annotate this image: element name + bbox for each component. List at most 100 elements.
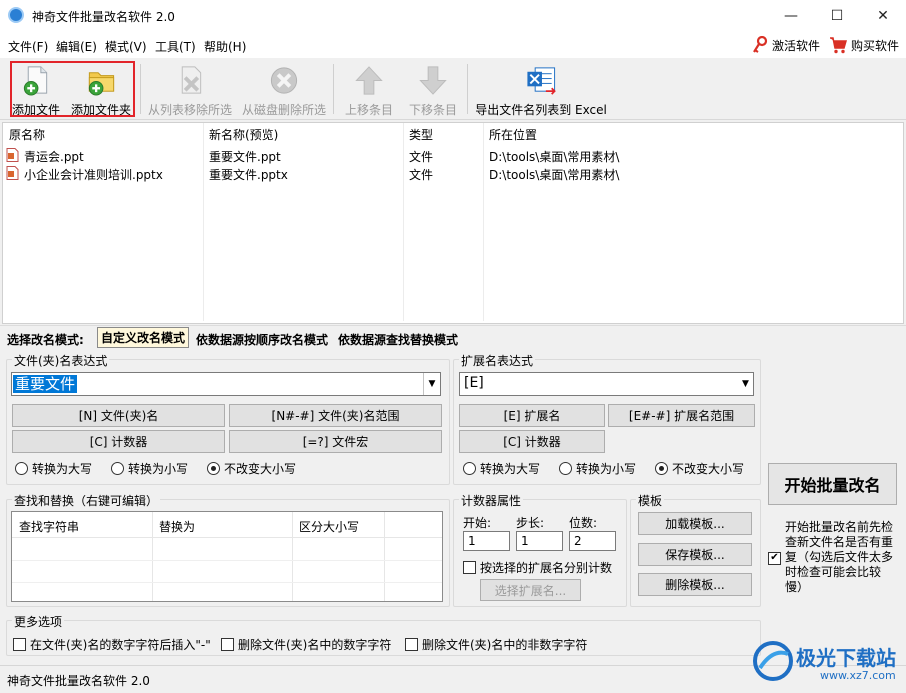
counter-title: 计数器属性	[459, 492, 524, 509]
tab-find-replace-mode[interactable]: 依数据源查找替换模式	[338, 331, 458, 348]
row-original-name: 青运会.ppt	[24, 150, 84, 164]
move-down-button[interactable]: 下移条目	[406, 60, 460, 118]
radio-label: 不改变大小写	[224, 462, 297, 476]
find-replace-table[interactable]: 查找字符串 替换为 区分大小写	[11, 511, 443, 602]
column-divider	[292, 512, 293, 601]
count-per-ext-checkbox[interactable]: 按选择的扩展名分别计数	[463, 559, 612, 576]
start-rename-button[interactable]: 开始批量改名	[768, 463, 897, 505]
column-location[interactable]: 所在位置	[489, 126, 537, 143]
find-replace-title: 查找和替换（右键可编辑）	[12, 492, 161, 509]
buy-link[interactable]: 购买软件	[829, 36, 899, 54]
insert-name-range-button[interactable]: [N#-#] 文件(夹)名范围	[229, 404, 442, 427]
chevron-down-icon[interactable]: ▼	[738, 373, 753, 395]
check-text-line: 查新文件名是否有重	[785, 535, 894, 549]
insert-counter-button[interactable]: [C] 计数器	[12, 430, 225, 453]
insert-dash-checkbox[interactable]: 在文件(夹)名的数字字符后插入"-"	[13, 636, 211, 653]
insert-name-button[interactable]: [N] 文件(夹)名	[12, 404, 225, 427]
watermark-icon	[753, 641, 793, 681]
watermark-text: 极光下载站	[796, 646, 896, 670]
checkbox-label: 在文件(夹)名的数字字符后插入"-"	[30, 638, 211, 652]
counter-digits-field[interactable]: 2	[569, 531, 616, 551]
name-keepcase-radio[interactable]: 不改变大小写	[207, 460, 296, 477]
table-row[interactable]: 小企业会计准则培训.pptx 重要文件.pptx 文件 D:\tools\桌面\…	[3, 164, 903, 182]
move-down-label: 下移条目	[408, 103, 457, 117]
radio-circle	[559, 462, 572, 475]
remove-file-icon	[181, 66, 202, 94]
export-excel-button[interactable]: 导出文件名列表到 Excel	[474, 60, 608, 118]
save-template-button[interactable]: 保存模板...	[638, 543, 752, 566]
check-icon: ✔	[768, 551, 781, 565]
row-location: D:\tools\桌面\常用素材\	[489, 168, 620, 182]
row-new-name: 重要文件.ppt	[209, 150, 281, 164]
menu-file[interactable]: 文件(F)	[8, 38, 48, 55]
name-lowercase-radio[interactable]: 转换为小写	[111, 460, 188, 477]
insert-ext-counter-button[interactable]: [C] 计数器	[459, 430, 605, 453]
counter-digits-label: 位数:	[569, 516, 598, 530]
insert-ext-button[interactable]: [E] 扩展名	[459, 404, 605, 427]
checkbox-box	[463, 561, 476, 574]
delete-digits-checkbox[interactable]: 删除文件(夹)名中的数字字符	[221, 636, 391, 653]
excel-icon	[527, 67, 556, 95]
ext-expression-value: [E]	[464, 375, 484, 391]
tab-sequence-mode[interactable]: 依数据源按顺序改名模式	[196, 331, 328, 348]
delete-template-button[interactable]: 删除模板...	[638, 573, 752, 596]
chevron-down-icon[interactable]: ▼	[423, 373, 440, 395]
row-divider	[12, 560, 442, 561]
pptx-file-icon	[6, 166, 19, 180]
column-new-name[interactable]: 新名称(预览)	[209, 126, 278, 143]
insert-macro-button[interactable]: [=?] 文件宏	[229, 430, 442, 453]
close-button[interactable]: ✕	[860, 0, 906, 32]
check-duplicate-checkbox[interactable]: ✔	[768, 549, 785, 565]
checkbox-label: 删除文件(夹)名中的非数字字符	[422, 638, 588, 652]
export-excel-label: 导出文件名列表到 Excel	[475, 103, 607, 117]
template-title: 模板	[636, 492, 665, 509]
row-new-name: 重要文件.pptx	[209, 168, 288, 182]
highlight-box	[10, 61, 135, 117]
column-divider	[384, 512, 385, 601]
checkbox-box	[13, 638, 26, 651]
column-original-name[interactable]: 原名称	[9, 126, 45, 143]
choose-ext-button[interactable]: 选择扩展名...	[480, 579, 581, 601]
ext-lowercase-radio[interactable]: 转换为小写	[559, 460, 636, 477]
window-title: 神奇文件批量改名软件 2.0	[32, 10, 175, 24]
tab-custom-mode[interactable]: 自定义改名模式	[97, 327, 189, 348]
ext-keepcase-radio[interactable]: 不改变大小写	[655, 460, 744, 477]
insert-ext-range-button[interactable]: [E#-#] 扩展名范围	[608, 404, 755, 427]
menu-tools[interactable]: 工具(T)	[155, 38, 196, 55]
move-up-label: 上移条目	[344, 103, 393, 117]
radio-label: 不改变大小写	[672, 462, 745, 476]
load-template-button[interactable]: 加载模板...	[638, 512, 752, 535]
menu-mode[interactable]: 模式(V)	[105, 38, 147, 55]
row-original-name: 小企业会计准则培训.pptx	[24, 168, 163, 182]
move-up-button[interactable]: 上移条目	[342, 60, 396, 118]
title-bar: 神奇文件批量改名软件 2.0 — ☐ ✕	[0, 0, 906, 32]
radio-circle-selected	[655, 462, 668, 475]
delete-from-disk-button[interactable]: 从磁盘删除所选	[240, 60, 328, 118]
delete-from-disk-label: 从磁盘删除所选	[241, 103, 326, 117]
maximize-button[interactable]: ☐	[814, 0, 860, 32]
ext-expression-combo[interactable]: [E] ▼	[459, 372, 754, 396]
menu-edit[interactable]: 编辑(E)	[56, 38, 97, 55]
toolbar-separator	[467, 64, 468, 114]
ext-uppercase-radio[interactable]: 转换为大写	[463, 460, 540, 477]
column-replace[interactable]: 替换为	[159, 518, 195, 535]
buy-label: 购买软件	[851, 38, 900, 53]
radio-label: 转换为大写	[32, 462, 93, 476]
minimize-button[interactable]: —	[768, 0, 814, 32]
name-uppercase-radio[interactable]: 转换为大写	[15, 460, 92, 477]
activate-label: 激活软件	[772, 38, 821, 53]
arrow-down-icon	[419, 66, 447, 95]
menu-help[interactable]: 帮助(H)	[204, 38, 246, 55]
remove-from-list-button[interactable]: 从列表移除所选	[146, 60, 234, 118]
activate-link[interactable]: 激活软件	[752, 36, 820, 54]
check-text-line: 时检查可能会比较	[785, 565, 882, 579]
counter-step-field[interactable]: 1	[516, 531, 563, 551]
name-expression-combo[interactable]: 重要文件 ▼	[11, 372, 441, 396]
checkbox-box	[221, 638, 234, 651]
counter-start-field[interactable]: 1	[463, 531, 510, 551]
column-match-case[interactable]: 区分大小写	[299, 518, 359, 535]
table-row[interactable]: 青运会.ppt 重要文件.ppt 文件 D:\tools\桌面\常用素材\	[3, 146, 903, 164]
delete-non-digits-checkbox[interactable]: 删除文件(夹)名中的非数字字符	[405, 636, 587, 653]
column-type[interactable]: 类型	[409, 126, 433, 143]
column-find[interactable]: 查找字符串	[19, 518, 79, 535]
